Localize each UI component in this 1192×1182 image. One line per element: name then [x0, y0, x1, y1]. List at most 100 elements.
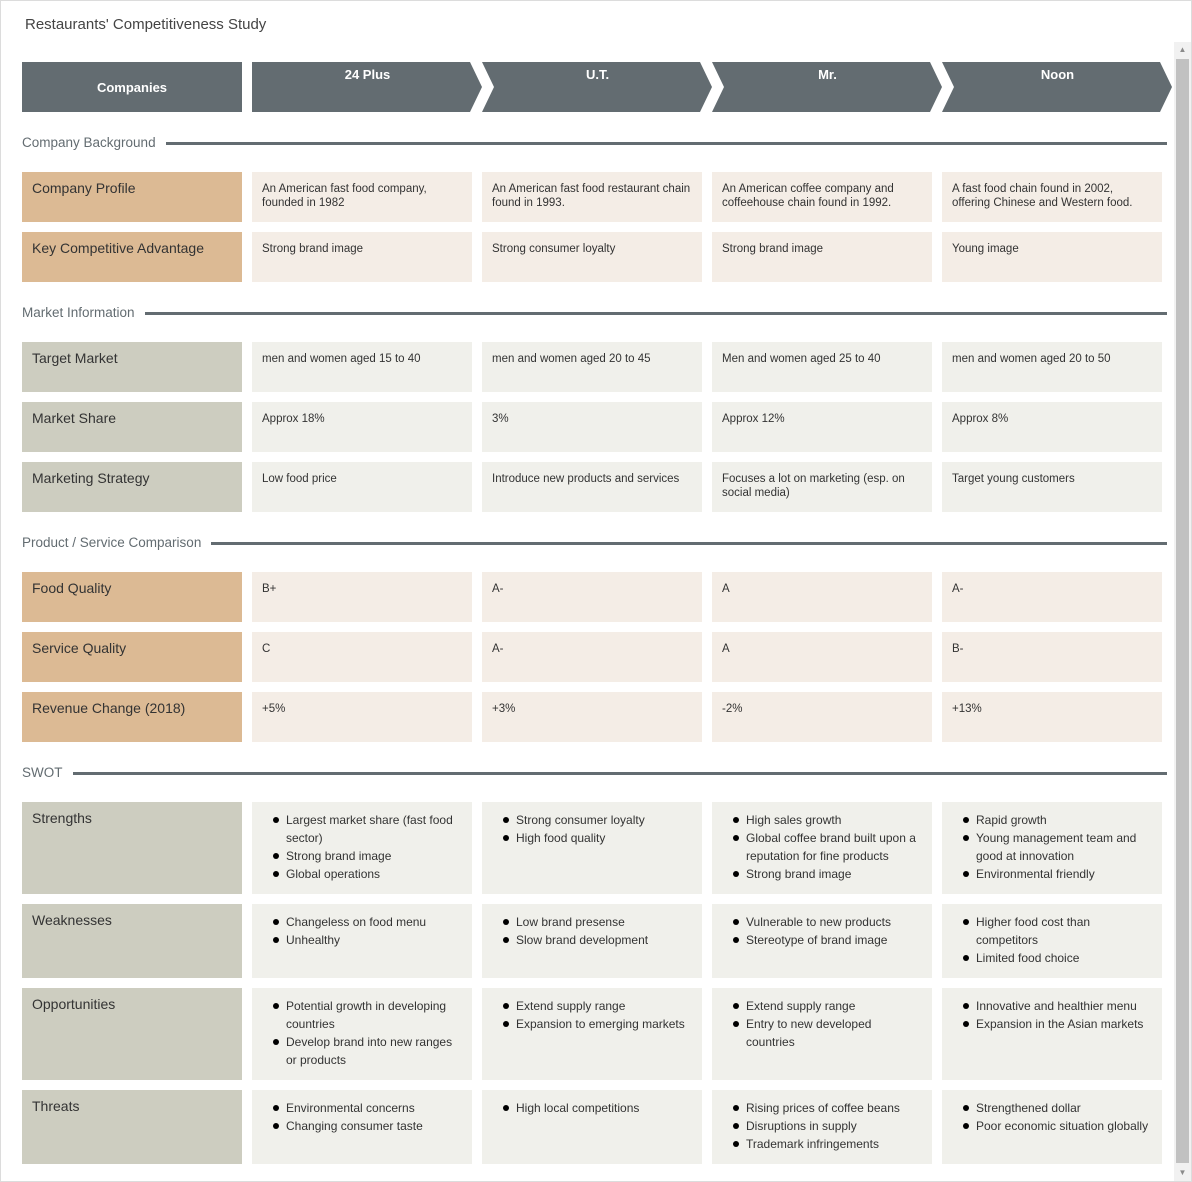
table-cell: An American fast food restaurant chain f… — [482, 172, 702, 222]
bullet-item: Develop brand into new ranges or product… — [273, 1033, 462, 1069]
bullet-list: Rising prices of coffee beans Disruptions… — [722, 1099, 922, 1153]
bullet-item: Strengthened dollar — [963, 1099, 1152, 1117]
table-cell: B- — [942, 632, 1162, 682]
bullet-item: Potential growth in developing countries — [273, 997, 462, 1033]
table-cell: Approx 8% — [942, 402, 1162, 452]
bullet-item: Innovative and healthier menu — [963, 997, 1152, 1015]
table-cell: men and women aged 20 to 45 — [482, 342, 702, 392]
bullet-item: Strong brand image — [273, 847, 462, 865]
bullet-item: Unhealthy — [273, 931, 462, 949]
bullet-list: High sales growth Global coffee brand bui… — [722, 811, 922, 883]
section-divider — [72, 771, 1167, 775]
table-cell: A- — [482, 572, 702, 622]
bullet-item: Limited food choice — [963, 949, 1152, 967]
table-cell: +3% — [482, 692, 702, 742]
bullet-item: High local competitions — [503, 1099, 692, 1117]
row-label: Strengths — [22, 802, 242, 894]
section-header-company-background: Company Background — [22, 134, 1167, 150]
table-cell: men and women aged 20 to 50 — [942, 342, 1162, 392]
table-row-opportunities: Opportunities Potential growth in develop… — [22, 988, 1162, 1080]
section-title: Market Information — [22, 304, 135, 320]
row-label: Key Competitive Advantage — [22, 232, 242, 282]
table-cell: men and women aged 15 to 40 — [252, 342, 472, 392]
bullet-item: Disruptions in supply — [733, 1117, 922, 1135]
table-cell: Extend supply range Expansion to emerging… — [482, 988, 702, 1080]
header-company-noon: Noon — [942, 62, 1173, 112]
scroll-down-icon[interactable]: ▼ — [1174, 1165, 1191, 1181]
table-cell: Approx 12% — [712, 402, 932, 452]
section-title: Company Background — [22, 134, 156, 150]
bullet-list: Potential growth in developing countries… — [262, 997, 462, 1069]
section-header-market-information: Market Information — [22, 304, 1167, 320]
header-companies-label: Companies — [96, 79, 168, 95]
bullet-item: Global operations — [273, 865, 462, 883]
company-name: U.T. — [585, 67, 610, 82]
table-cell: Vulnerable to new products Stereotype of … — [712, 904, 932, 978]
bullet-list: Higher food cost than competitors Limited… — [952, 913, 1152, 967]
section-header-swot: SWOT — [22, 764, 1167, 780]
table-cell: A- — [482, 632, 702, 682]
bullet-list: Innovative and healthier menu Expansion i… — [952, 997, 1152, 1033]
table-cell: Innovative and healthier menu Expansion i… — [942, 988, 1162, 1080]
table-cell: An American fast food company, founded i… — [252, 172, 472, 222]
header-company-24-plus: 24 Plus — [252, 62, 483, 112]
bullet-list: Rapid growth Young management team and go… — [952, 811, 1152, 883]
bullet-list: High local competitions — [492, 1099, 692, 1117]
table-cell: -2% — [712, 692, 932, 742]
vertical-scrollbar[interactable]: ▲ ▼ — [1174, 42, 1191, 1181]
row-label: Target Market — [22, 342, 242, 392]
table-cell: Environmental concerns Changing consumer … — [252, 1090, 472, 1164]
table-cell: Focuses a lot on marketing (esp. on soci… — [712, 462, 932, 512]
bullet-item: Largest market share (fast food sector) — [273, 811, 462, 847]
bullet-item: High food quality — [503, 829, 692, 847]
bullet-list: Strengthened dollar Poor economic situati… — [952, 1099, 1152, 1135]
app-window: Restaurants' Competitiveness Study Compa… — [0, 0, 1192, 1182]
scrollbar-thumb[interactable] — [1176, 59, 1189, 1163]
table-cell: Young image — [942, 232, 1162, 282]
bullet-item: Extend supply range — [503, 997, 692, 1015]
row-label: Opportunities — [22, 988, 242, 1080]
bullet-item: Entry to new developed countries — [733, 1015, 922, 1051]
bullet-item: Poor economic situation globally — [963, 1117, 1152, 1135]
scroll-up-icon[interactable]: ▲ — [1174, 42, 1191, 58]
table-cell: +5% — [252, 692, 472, 742]
table-row-market-share: Market Share Approx 18% 3% Approx 12% Approx… — [22, 402, 1162, 452]
table-cell: B+ — [252, 572, 472, 622]
row-label: Revenue Change (2018) — [22, 692, 242, 742]
table-cell: Strong brand image — [712, 232, 932, 282]
company-name: 24 Plus — [344, 67, 391, 82]
table-cell: Introduce new products and services — [482, 462, 702, 512]
page-title: Restaurants' Competitiveness Study — [25, 16, 267, 33]
table-cell: Higher food cost than competitors Limited… — [942, 904, 1162, 978]
bullet-item: Vulnerable to new products — [733, 913, 922, 931]
bullet-item: Strong brand image — [733, 865, 922, 883]
bullet-item: Rising prices of coffee beans — [733, 1099, 922, 1117]
bullet-item: Expansion to emerging markets — [503, 1015, 692, 1033]
table-row-food-quality: Food Quality B+ A- A A- — [22, 572, 1162, 622]
row-label: Food Quality — [22, 572, 242, 622]
table-cell: Strong brand image — [252, 232, 472, 282]
section-divider — [144, 311, 1167, 315]
bullet-item: Changeless on food menu — [273, 913, 462, 931]
table-cell: Rapid growth Young management team and go… — [942, 802, 1162, 894]
bullet-item: Environmental friendly — [963, 865, 1152, 883]
table-cell: Strong consumer loyalty — [482, 232, 702, 282]
section-title: SWOT — [22, 764, 63, 780]
bullet-item: Low brand presense — [503, 913, 692, 931]
section-header-product-service-comparison: Product / Service Comparison — [22, 534, 1167, 550]
table-row-revenue-change-2018: Revenue Change (2018) +5% +3% -2% +13% — [22, 692, 1162, 742]
section-divider — [165, 141, 1167, 145]
bullet-item: Stereotype of brand image — [733, 931, 922, 949]
row-label: Threats — [22, 1090, 242, 1164]
bullet-list: Low brand presense Slow brand development — [492, 913, 692, 949]
bullet-item: Expansion in the Asian markets — [963, 1015, 1152, 1033]
bullet-item: Strong consumer loyalty — [503, 811, 692, 829]
table-cell: A- — [942, 572, 1162, 622]
table-cell: C — [252, 632, 472, 682]
bullet-list: Extend supply range Expansion to emerging… — [492, 997, 692, 1033]
row-label: Company Profile — [22, 172, 242, 222]
table-cell: A fast food chain found in 2002, offerin… — [942, 172, 1162, 222]
table-cell: Strong consumer loyalty High food quality — [482, 802, 702, 894]
table-row-marketing-strategy: Marketing Strategy Low food price Introduc… — [22, 462, 1162, 512]
bullet-item: Extend supply range — [733, 997, 922, 1015]
